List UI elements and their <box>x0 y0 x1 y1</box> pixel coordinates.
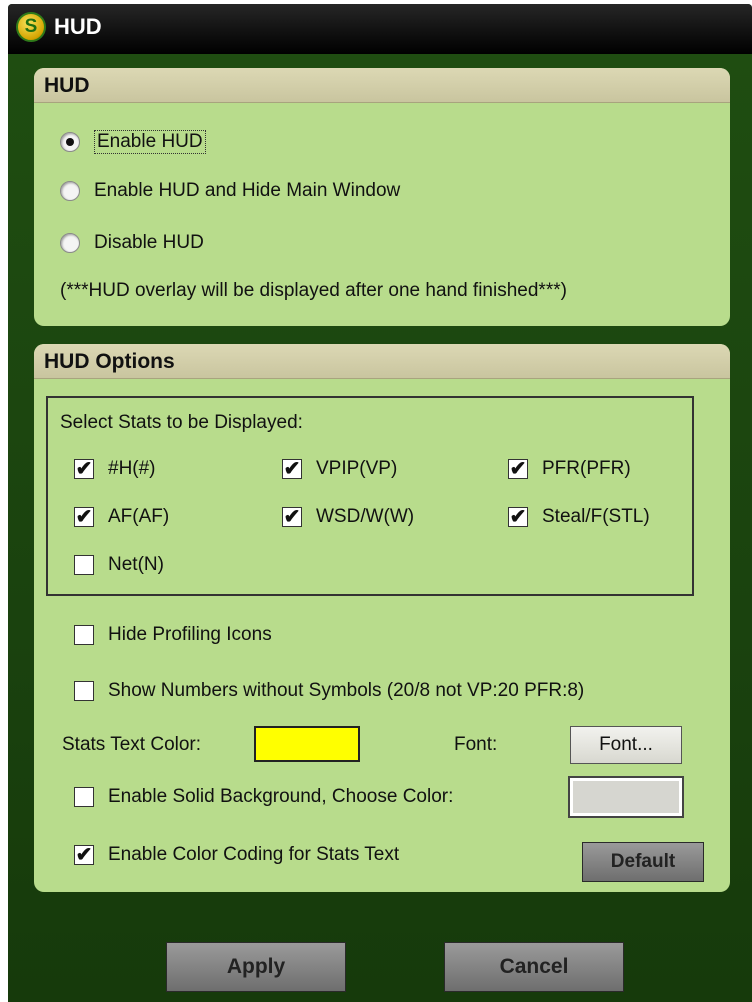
title-bar[interactable]: S HUD <box>8 4 752 54</box>
stat-checkbox-vpip[interactable]: ✔ VPIP(VP) <box>282 458 397 480</box>
window-title: HUD <box>54 14 102 39</box>
hud-options-title: HUD Options <box>44 350 175 373</box>
hud-options-header: HUD Options <box>34 344 730 379</box>
stat-checkbox-hands[interactable]: ✔ #H(#) <box>74 458 156 480</box>
radio-button[interactable] <box>60 181 80 201</box>
checkbox[interactable]: ✔ <box>282 459 302 479</box>
stat-checkbox-af[interactable]: ✔ AF(AF) <box>74 506 169 528</box>
stats-caption-text: Select Stats to be Displayed: <box>60 412 303 433</box>
default-button[interactable]: Default <box>582 842 704 882</box>
stat-label: VPIP(VP) <box>316 458 398 479</box>
stats-caption: Select Stats to be Displayed: <box>60 412 303 434</box>
hud-group-title: HUD <box>44 74 90 97</box>
radio-label: Enable HUD and Hide Main Window <box>94 180 401 201</box>
radio-button-selected[interactable] <box>60 132 80 152</box>
checkbox[interactable]: ✔ <box>74 507 94 527</box>
checkbox[interactable] <box>74 555 94 575</box>
show-numbers-label: Show Numbers without Symbols (20/8 not V… <box>108 680 585 701</box>
hud-group: HUD Enable HUD Enable HUD and Hide Main … <box>34 68 730 326</box>
checkbox[interactable]: ✔ <box>74 459 94 479</box>
stat-checkbox-net[interactable]: Net(N) <box>74 554 164 576</box>
radio-label: Enable HUD <box>94 130 206 154</box>
radio-enable-hud-hide-main[interactable]: Enable HUD and Hide Main Window <box>60 180 400 202</box>
stat-label: WSD/W(W) <box>316 506 415 527</box>
font-label-text: Font: <box>454 734 498 755</box>
checkbox[interactable] <box>74 625 94 645</box>
stat-checkbox-pfr[interactable]: ✔ PFR(PFR) <box>508 458 631 480</box>
solid-background-label: Enable Solid Background, Choose Color: <box>108 786 454 807</box>
stat-label: Steal/F(STL) <box>542 506 650 527</box>
stats-text-color-swatch[interactable] <box>254 726 360 762</box>
apply-button[interactable]: Apply <box>166 942 346 992</box>
hud-options-group: HUD Options Select Stats to be Displayed… <box>34 344 730 892</box>
hud-group-header: HUD <box>34 68 730 103</box>
checkbox[interactable]: ✔ <box>508 507 528 527</box>
stats-text-color-label: Stats Text Color: <box>62 734 201 756</box>
window-body: HUD Enable HUD Enable HUD and Hide Main … <box>8 54 752 1002</box>
stat-checkbox-steal[interactable]: ✔ Steal/F(STL) <box>508 506 650 528</box>
hud-note: (***HUD overlay will be displayed after … <box>60 280 567 302</box>
color-coding-label: Enable Color Coding for Stats Text <box>108 844 400 865</box>
radio-button[interactable] <box>60 233 80 253</box>
stat-checkbox-wsd[interactable]: ✔ WSD/W(W) <box>282 506 414 528</box>
stat-label: Net(N) <box>108 554 164 575</box>
checkbox[interactable] <box>74 681 94 701</box>
stat-label: PFR(PFR) <box>542 458 631 479</box>
checkbox[interactable]: ✔ <box>508 459 528 479</box>
hide-profiling-label: Hide Profiling Icons <box>108 624 272 645</box>
dollar-logo-icon: S <box>16 12 46 42</box>
show-numbers-without-symbols[interactable]: Show Numbers without Symbols (20/8 not V… <box>74 680 584 702</box>
background-color-swatch[interactable] <box>568 776 684 818</box>
solid-background-option[interactable]: Enable Solid Background, Choose Color: <box>74 786 453 808</box>
checkbox[interactable] <box>74 787 94 807</box>
stat-label: #H(#) <box>108 458 156 479</box>
checkbox[interactable]: ✔ <box>282 507 302 527</box>
stats-frame: Select Stats to be Displayed: ✔ #H(#) ✔ … <box>46 396 694 596</box>
font-label: Font: <box>454 734 497 756</box>
hud-window: S HUD HUD Enable HUD Enable HUD and Hide… <box>8 4 752 1002</box>
hud-note-text: (***HUD overlay will be displayed after … <box>60 280 567 301</box>
radio-enable-hud[interactable]: Enable HUD <box>60 130 206 154</box>
stat-label: AF(AF) <box>108 506 170 527</box>
radio-disable-hud[interactable]: Disable HUD <box>60 232 204 254</box>
radio-label: Disable HUD <box>94 232 204 253</box>
cancel-button[interactable]: Cancel <box>444 942 624 992</box>
checkbox[interactable]: ✔ <box>74 845 94 865</box>
color-coding-option[interactable]: ✔ Enable Color Coding for Stats Text <box>74 844 399 866</box>
stats-text-color-text: Stats Text Color: <box>62 734 202 755</box>
font-button[interactable]: Font... <box>570 726 682 764</box>
hide-profiling-icons[interactable]: Hide Profiling Icons <box>74 624 272 646</box>
